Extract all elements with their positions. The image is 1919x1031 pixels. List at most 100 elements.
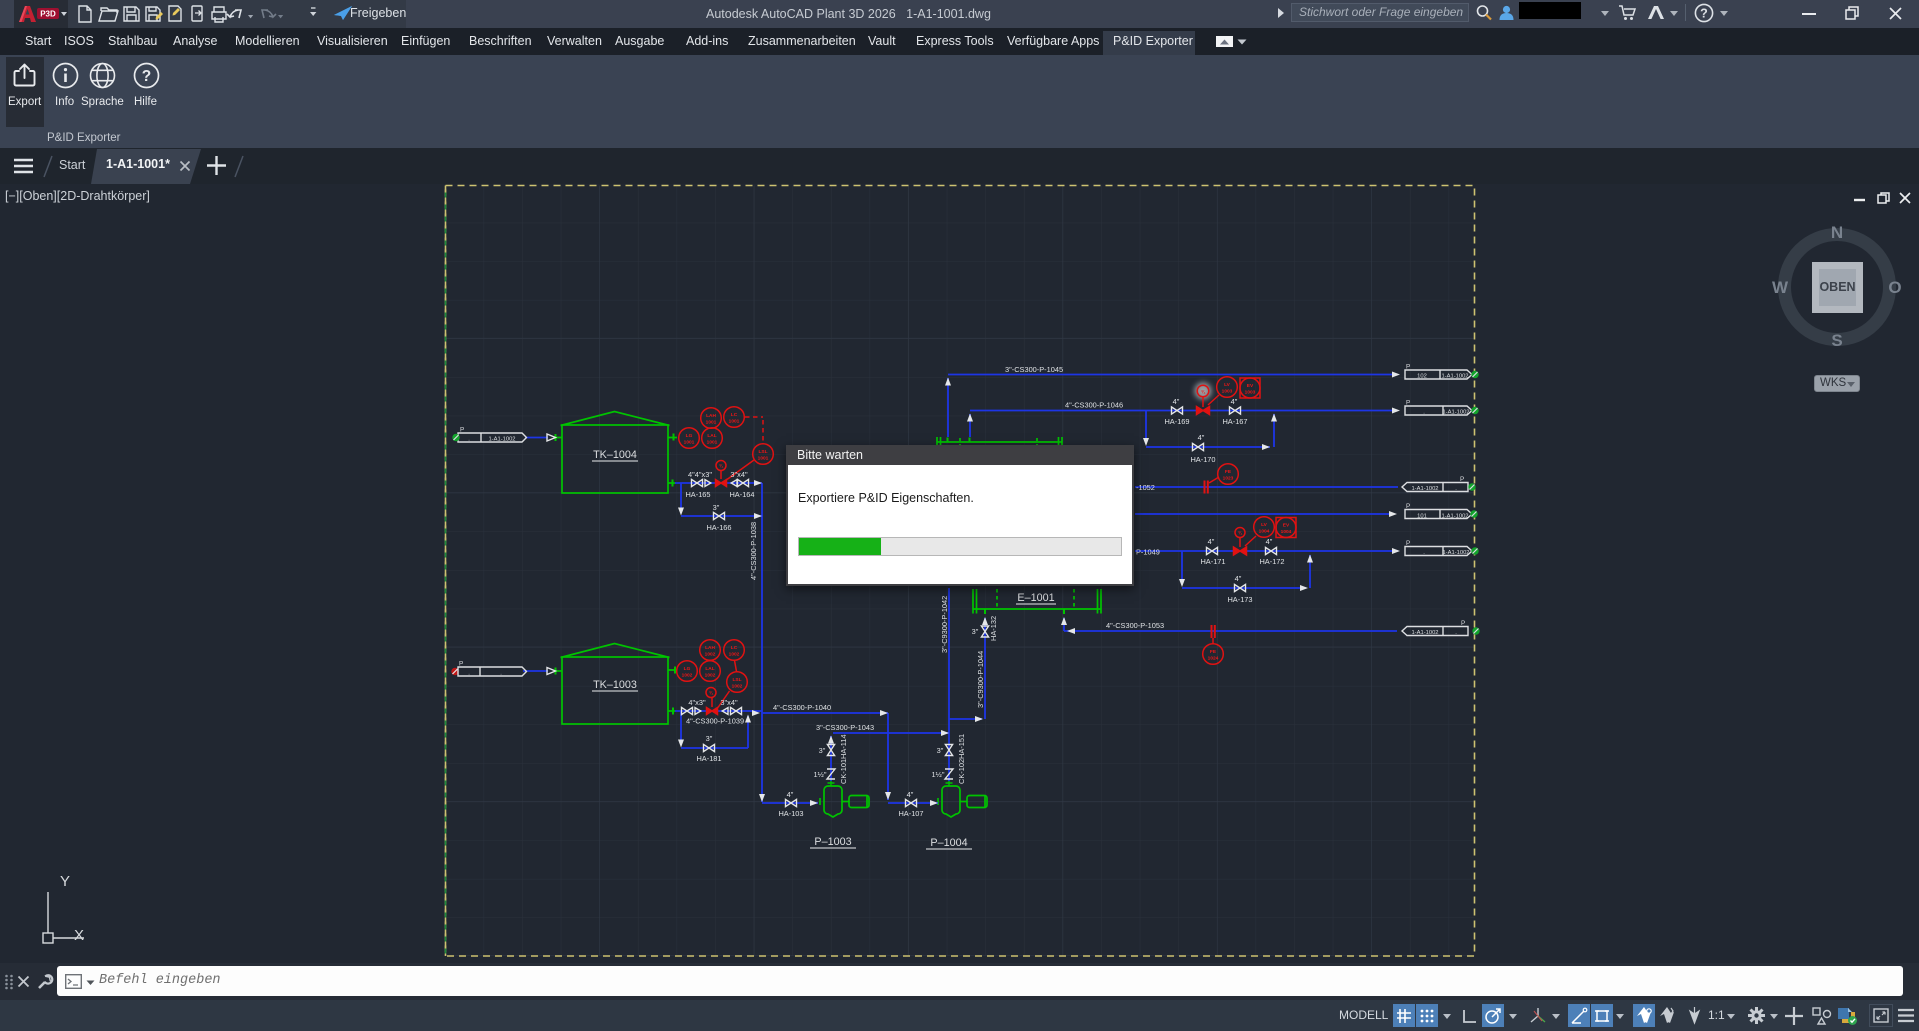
svg-text:P: P [1406, 364, 1410, 371]
svg-text:4"4"x3": 4"4"x3" [688, 470, 712, 479]
svg-text:1002: 1002 [729, 652, 740, 658]
svg-text:X: X [74, 927, 84, 944]
svg-text:TK–1004: TK–1004 [593, 449, 637, 461]
svg-text:?: ? [1700, 7, 1708, 21]
svg-text:4": 4" [1198, 433, 1205, 442]
svg-text:4"-CS300-P-1039: 4"-CS300-P-1039 [686, 717, 744, 726]
svg-text:4"x3": 4"x3" [688, 698, 706, 707]
svg-text:P: P [459, 661, 463, 668]
svg-text:FE: FE [1225, 469, 1232, 475]
svg-text:1002: 1002 [682, 673, 693, 679]
svg-text:1024: 1024 [1208, 656, 1219, 662]
svg-text:1003: 1003 [1245, 390, 1256, 396]
svg-text:P: P [1406, 400, 1410, 407]
svg-text:TK–1003: TK–1003 [593, 679, 637, 691]
svg-text:P–1004: P–1004 [930, 837, 967, 849]
svg-text:1-A1-1002: 1-A1-1002 [488, 437, 515, 443]
svg-text:HA-164: HA-164 [729, 490, 754, 499]
svg-text:HA-132: HA-132 [989, 616, 998, 641]
svg-text:HA-165: HA-165 [685, 490, 710, 499]
svg-text:HA-170: HA-170 [1190, 455, 1215, 464]
svg-text:LG: LG [686, 433, 693, 439]
svg-text:P: P [1406, 540, 1410, 547]
svg-text:P–1003: P–1003 [814, 836, 851, 848]
svg-text:LSL: LSL [732, 677, 741, 683]
svg-text:3": 3" [706, 734, 713, 743]
svg-text:LV: LV [1261, 522, 1268, 528]
svg-text:P: P [1406, 503, 1410, 510]
svg-text:1002: 1002 [705, 652, 716, 658]
svg-text:3"-CS300-P-1045: 3"-CS300-P-1045 [1005, 365, 1063, 374]
svg-text:4": 4" [1235, 574, 1242, 583]
svg-text:4": 4" [1173, 397, 1180, 406]
svg-text:4"-CS300-P-1053: 4"-CS300-P-1053 [1106, 621, 1164, 630]
svg-text:3": 3" [819, 746, 826, 755]
svg-text:LAH: LAH [705, 645, 715, 651]
svg-text:1-A1-1002: 1-A1-1002 [1411, 630, 1438, 636]
svg-text:1002: 1002 [705, 673, 716, 679]
svg-text:LAL: LAL [707, 433, 716, 439]
svg-text:1004: 1004 [1259, 529, 1270, 535]
svg-text:LAL: LAL [705, 666, 714, 672]
svg-text:?: ? [142, 68, 151, 85]
svg-text:LC: LC [731, 645, 738, 651]
svg-text:HA-167: HA-167 [1222, 417, 1247, 426]
svg-text:3"-CS300-P-1043: 3"-CS300-P-1043 [816, 723, 874, 732]
svg-text:CK-101HA-114: CK-101HA-114 [839, 734, 848, 784]
svg-text:4"-CS300-P-1040: 4"-CS300-P-1040 [773, 703, 831, 712]
svg-text:HA-169: HA-169 [1164, 417, 1189, 426]
svg-text:1002: 1002 [732, 684, 743, 690]
svg-text:Y: Y [60, 873, 70, 890]
svg-text:3": 3" [713, 503, 720, 512]
svg-text:101: 101 [1417, 514, 1427, 520]
svg-text:HA-173: HA-173 [1227, 595, 1252, 604]
svg-text:4": 4" [787, 790, 794, 799]
svg-text:-1052: -1052 [1136, 483, 1155, 492]
svg-text:1001: 1001 [706, 420, 717, 426]
svg-text:LV: LV [1224, 382, 1231, 388]
svg-text:E–1001: E–1001 [1017, 592, 1054, 604]
svg-text:LC: LC [731, 412, 738, 418]
svg-text:4": 4" [1266, 537, 1273, 546]
svg-text:1001: 1001 [758, 456, 769, 462]
svg-text:P-1049: P-1049 [1136, 548, 1160, 557]
svg-text:4"-CS300-P-1038: 4"-CS300-P-1038 [749, 522, 758, 580]
svg-text:LG: LG [684, 666, 691, 672]
svg-text:1-A1-1002: 1-A1-1002 [1441, 374, 1468, 380]
svg-text:1½": 1½" [814, 770, 827, 779]
svg-text:FE: FE [1210, 649, 1217, 655]
svg-text:3"x4": 3"x4" [730, 470, 748, 479]
svg-text:EV: EV [1247, 383, 1254, 389]
svg-text:102: 102 [1417, 374, 1427, 380]
svg-text:HA-107: HA-107 [898, 809, 923, 818]
svg-text:CK-102HA-151: CK-102HA-151 [957, 734, 966, 784]
svg-text:1004: 1004 [1281, 529, 1292, 535]
svg-text:HA-166: HA-166 [706, 523, 731, 532]
svg-text:1-A1-1002: 1-A1-1002 [1411, 486, 1438, 492]
svg-text:P: P [460, 427, 464, 434]
svg-text:HA-181: HA-181 [696, 754, 721, 763]
svg-text:3"-C9300-P-1044: 3"-C9300-P-1044 [976, 651, 985, 708]
svg-text:4": 4" [1208, 537, 1215, 546]
svg-text:3": 3" [972, 627, 979, 636]
svg-text:3"-C9300-P-1042: 3"-C9300-P-1042 [940, 596, 949, 653]
svg-text:1001: 1001 [684, 440, 695, 446]
svg-text:P: P [1460, 476, 1464, 483]
svg-text:4": 4" [1231, 397, 1238, 406]
svg-text:LSL: LSL [758, 449, 767, 455]
svg-text:3"x4": 3"x4" [720, 698, 738, 707]
svg-text:LAH: LAH [706, 413, 716, 419]
svg-text:1001: 1001 [707, 440, 718, 446]
svg-text:1-A1-1002: 1-A1-1002 [1442, 550, 1469, 556]
svg-text:HA-103: HA-103 [778, 809, 803, 818]
svg-text:1001: 1001 [729, 419, 740, 425]
svg-text:HA-171: HA-171 [1200, 557, 1225, 566]
svg-text:EV: EV [1283, 523, 1290, 529]
svg-text:4"-CS300-P-1046: 4"-CS300-P-1046 [1065, 401, 1123, 410]
svg-text:1½": 1½" [932, 770, 945, 779]
svg-text:1-A1-1002: 1-A1-1002 [1442, 410, 1469, 416]
svg-text:1023: 1023 [1223, 476, 1234, 482]
svg-text:3": 3" [937, 746, 944, 755]
svg-text:P: P [1461, 620, 1465, 627]
svg-text:1-A1-1002: 1-A1-1002 [1441, 514, 1468, 520]
